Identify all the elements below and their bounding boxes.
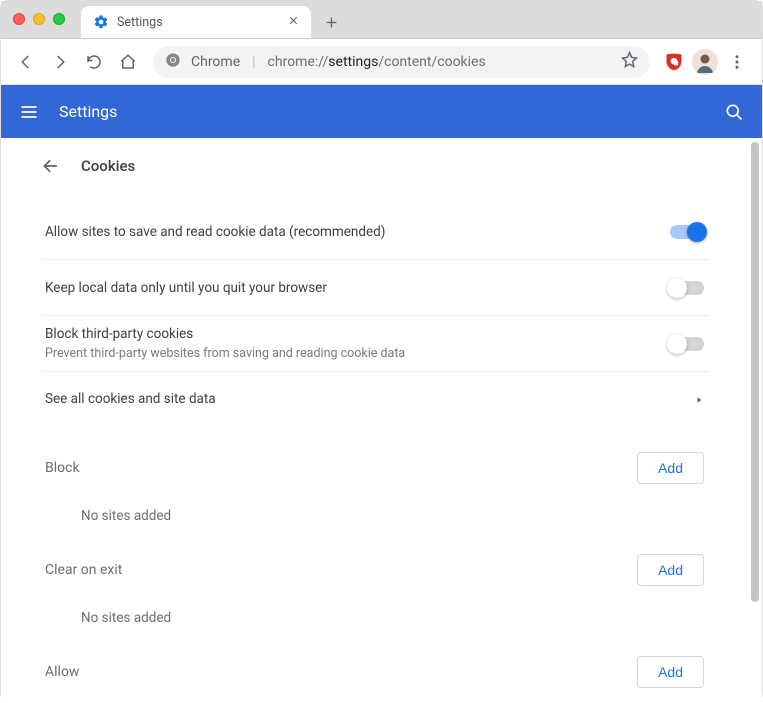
scrollbar-thumb[interactable] [751,142,759,602]
ublock-extension-icon[interactable] [660,48,688,76]
browser-tab[interactable]: Settings [81,6,311,38]
forward-button[interactable] [45,47,75,77]
new-tab-button[interactable] [317,8,345,36]
browser-menu-button[interactable] [722,47,752,77]
tab-title: Settings [117,15,278,30]
url-text: chrome://settings/content/cookies [268,54,486,70]
category-title: Allow [45,664,637,680]
category-block: Block Add No sites added [41,452,708,528]
category-empty-text: No sites added [41,586,708,630]
reload-button[interactable] [79,47,109,77]
setting-keep-local-until-quit: Keep local data only until you quit your… [41,260,708,316]
setting-block-third-party: Block third-party cookies Prevent third-… [41,316,708,372]
url-separator: | [252,54,255,70]
bookmark-star-icon[interactable] [621,51,638,72]
section-header: Cookies [41,138,708,194]
vertical-scrollbar[interactable] [748,138,762,703]
section-title: Cookies [81,157,135,175]
window-controls [13,13,65,25]
chrome-icon [165,52,181,72]
add-allow-site-button[interactable]: Add [637,656,704,688]
window-titlebar: Settings [1,1,762,39]
search-icon[interactable] [724,102,744,122]
window-zoom-button[interactable] [53,13,65,25]
add-block-site-button[interactable]: Add [637,452,704,484]
window-close-button[interactable] [13,13,25,25]
link-title: See all cookies and site data [45,391,694,407]
section-back-button[interactable] [41,156,61,176]
category-clear-on-exit: Clear on exit Add No sites added [41,554,708,630]
home-button[interactable] [113,47,143,77]
toggle-keep-local-until-quit[interactable] [670,281,704,295]
category-title: Clear on exit [45,562,637,578]
gear-icon [93,14,109,30]
settings-content: Cookies Allow sites to save and read coo… [1,138,748,703]
setting-title: Keep local data only until you quit your… [45,280,654,296]
see-all-cookies-row[interactable]: See all cookies and site data [41,372,708,426]
tab-close-icon[interactable] [286,14,301,30]
add-clear-on-exit-site-button[interactable]: Add [637,554,704,586]
back-button[interactable] [11,47,41,77]
app-title: Settings [59,102,704,121]
category-title: Block [45,460,637,476]
window-minimize-button[interactable] [33,13,45,25]
address-bar[interactable]: Chrome | chrome://settings/content/cooki… [153,46,650,78]
url-scheme-label: Chrome [191,54,240,70]
profile-avatar[interactable] [692,49,718,75]
settings-app-header: Settings [1,85,762,138]
category-empty-text: No sites added [41,484,708,528]
setting-allow-cookies: Allow sites to save and read cookie data… [41,204,708,260]
toggle-block-third-party[interactable] [670,337,704,351]
setting-title: Allow sites to save and read cookie data… [45,224,654,240]
setting-subtitle: Prevent third-party websites from saving… [45,346,654,361]
category-allow: Allow Add [41,656,708,688]
tabstrip: Settings [81,1,345,38]
toggle-allow-cookies[interactable] [670,225,704,239]
setting-title: Block third-party cookies [45,326,654,342]
chevron-right-icon [694,390,704,409]
menu-icon[interactable] [19,102,39,122]
browser-toolbar: Chrome | chrome://settings/content/cooki… [1,39,762,85]
